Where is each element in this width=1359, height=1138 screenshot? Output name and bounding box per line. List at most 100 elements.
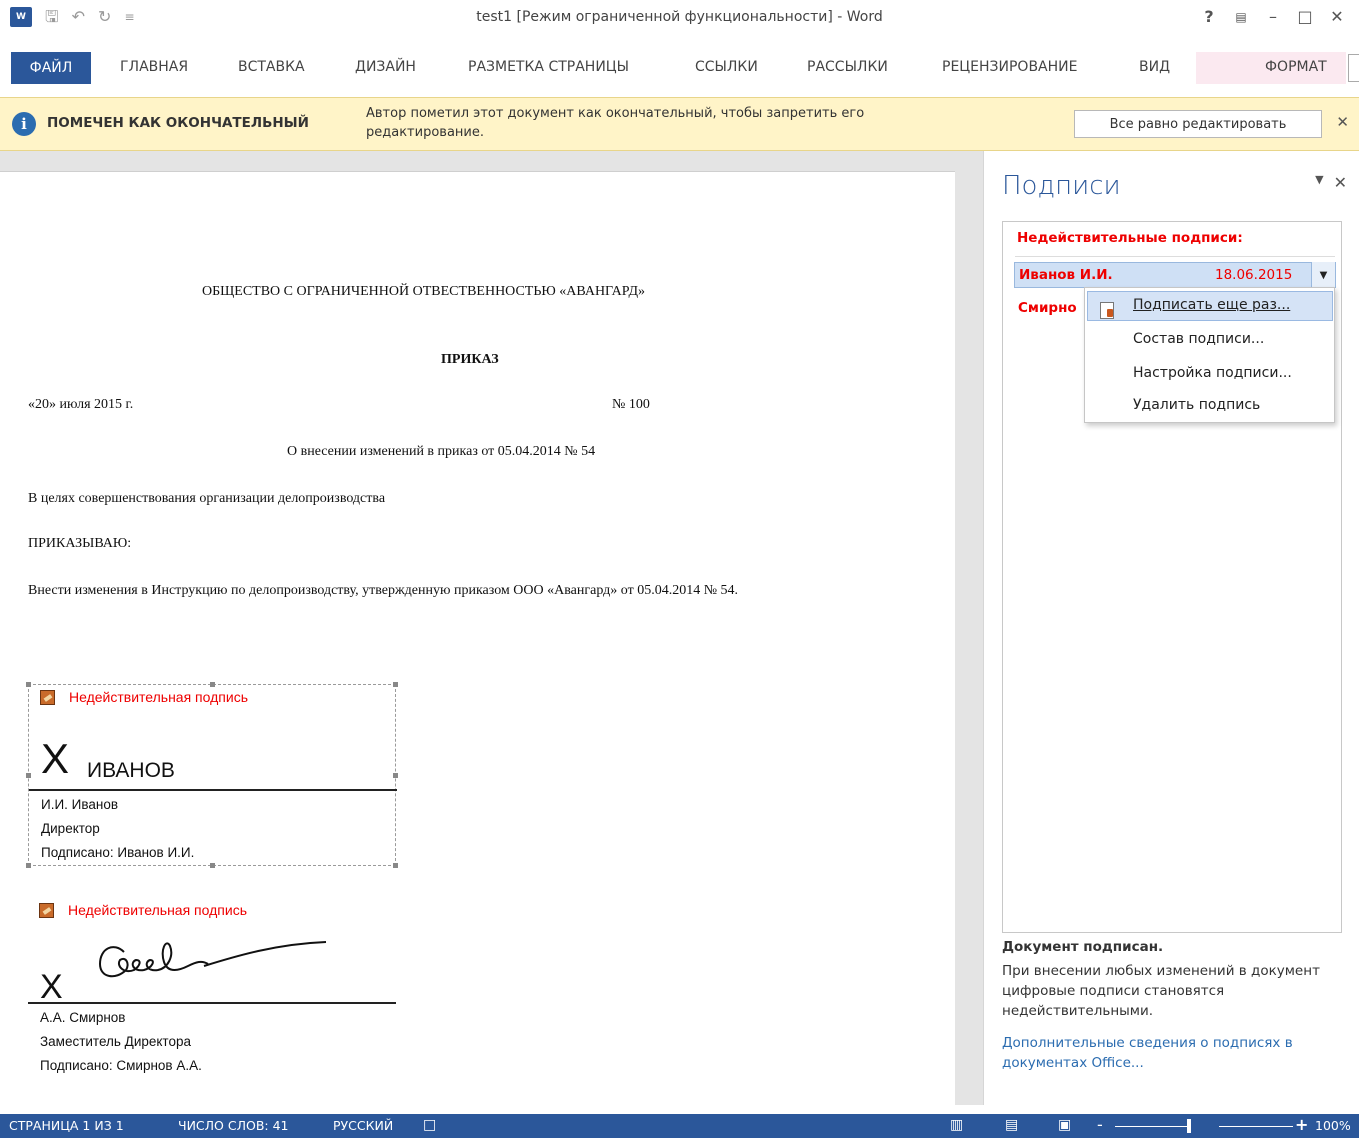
pane-options-icon[interactable]: ▼ bbox=[1315, 173, 1323, 192]
signed-by: Подписано: Иванов И.И. bbox=[41, 845, 195, 860]
info-icon: i bbox=[12, 112, 36, 136]
zoom-level[interactable]: 100% bbox=[1315, 1118, 1351, 1133]
message-bar: i ПОМЕЧЕН КАК ОКОНЧАТЕЛЬНЫЙ Автор помети… bbox=[0, 97, 1359, 151]
pane-footer: Документ подписан. При внесении любых из… bbox=[1002, 939, 1347, 1073]
zoom-slider-track bbox=[1219, 1126, 1293, 1127]
signature-entry-ivanov[interactable]: Иванов И.И. 18.06.2015 ▼ bbox=[1014, 262, 1336, 288]
signature-x-mark: X bbox=[41, 735, 70, 782]
signed-info-text: При внесении любых изменений в документ … bbox=[1002, 963, 1320, 1019]
doc-number: № 100 bbox=[612, 397, 650, 412]
tab-references[interactable]: ССЫЛКИ bbox=[695, 59, 758, 75]
signature-line bbox=[29, 789, 397, 791]
menu-item-remove-signature[interactable]: Удалить подпись bbox=[1133, 397, 1260, 413]
window-title: test1 [Режим ограниченной функциональнос… bbox=[476, 9, 883, 25]
signature-status-icon[interactable]: □ bbox=[423, 1117, 436, 1133]
sign-document-icon bbox=[1100, 302, 1114, 319]
tab-insert[interactable]: ВСТАВКА bbox=[238, 59, 305, 75]
message-bar-text: Автор пометил этот документ как окончате… bbox=[366, 106, 865, 140]
pane-controls: ▼ ✕ bbox=[1315, 173, 1347, 192]
print-layout-icon[interactable]: ▤ bbox=[1005, 1117, 1018, 1133]
tab-review[interactable]: РЕЦЕНЗИРОВАНИЕ bbox=[942, 59, 1077, 75]
maximize-icon[interactable]: □ bbox=[1289, 4, 1321, 30]
divider bbox=[1015, 256, 1335, 257]
menu-item-signature-details[interactable]: Состав подписи... bbox=[1133, 331, 1264, 347]
doc-date: «20» июля 2015 г. bbox=[28, 397, 134, 412]
menu-item-signature-setup[interactable]: Настройка подписи... bbox=[1133, 365, 1292, 381]
tab-page-layout[interactable]: РАЗМЕТКА СТРАНИЦЫ bbox=[468, 59, 629, 75]
doc-paragraph-3: Внести изменения в Инструкцию по делопро… bbox=[28, 583, 739, 598]
resize-handle[interactable] bbox=[26, 682, 31, 687]
status-word-count[interactable]: ЧИСЛО СЛОВ: 41 bbox=[178, 1118, 289, 1133]
resize-handle[interactable] bbox=[26, 773, 31, 778]
signer-title: Директор bbox=[41, 821, 100, 836]
zoom-slider-thumb[interactable] bbox=[1187, 1119, 1191, 1133]
edit-anyway-button[interactable]: Все равно редактировать bbox=[1074, 110, 1322, 138]
signature-line-smirnov[interactable]: Недействительная подпись X А.А. Смирнов … bbox=[28, 898, 396, 1078]
invalid-signature-status: Недействительная подпись bbox=[39, 902, 247, 918]
signature-entry-name: Иванов И.И. bbox=[1019, 267, 1113, 283]
tab-view[interactable]: ВИД bbox=[1139, 59, 1170, 75]
title-bar: W 🖫 ↶ ↻ ≡ test1 [Режим ограниченной функ… bbox=[0, 0, 1359, 36]
chevron-down-icon[interactable]: ▼ bbox=[1311, 262, 1335, 288]
signature-context-menu: Подписать еще раз... Состав подписи... Н… bbox=[1084, 287, 1335, 423]
read-mode-icon[interactable]: ▥ bbox=[950, 1117, 963, 1133]
message-bar-close-icon[interactable]: ✕ bbox=[1336, 113, 1349, 131]
status-bar: СТРАНИЦА 1 ИЗ 1 ЧИСЛО СЛОВ: 41 РУССКИЙ □… bbox=[0, 1114, 1359, 1138]
document-page[interactable]: ОБЩЕСТВО С ОГРАНИЧЕННОЙ ОТВЕСТВЕННОСТЬЮ … bbox=[0, 171, 955, 1125]
signature-invalid-icon bbox=[40, 689, 55, 705]
pane-close-icon[interactable]: ✕ bbox=[1334, 173, 1347, 192]
handwritten-signature-image bbox=[98, 941, 327, 978]
signature-entry-date: 18.06.2015 bbox=[1215, 267, 1293, 283]
invalid-signature-status: Недействительная подпись bbox=[40, 689, 248, 705]
signer-details: И.И. Иванов Директор Подписано: Иванов И… bbox=[41, 793, 194, 865]
zoom-out-button[interactable]: - bbox=[1097, 1115, 1103, 1134]
signer-details: А.А. Смирнов Заместитель Директора Подпи… bbox=[40, 1006, 202, 1078]
doc-subject: О внесении изменений в приказ от 05.04.2… bbox=[287, 444, 596, 459]
web-layout-icon[interactable]: ▣ bbox=[1058, 1117, 1071, 1133]
tab-mailings[interactable]: РАССЫЛКИ bbox=[807, 59, 888, 75]
word-window: W 🖫 ↶ ↻ ≡ test1 [Режим ограниченной функ… bbox=[0, 0, 1359, 1138]
doc-organization: ОБЩЕСТВО С ОГРАНИЧЕННОЙ ОТВЕСТВЕННОСТЬЮ … bbox=[202, 284, 646, 299]
signature-line-ivanov[interactable]: Недействительная подпись X ИВАНОВ И.И. И… bbox=[26, 682, 398, 868]
zoom-in-button[interactable]: + bbox=[1295, 1115, 1308, 1134]
doc-paragraph-1: В целях совершенствования организации де… bbox=[28, 491, 386, 506]
signer-title: Заместитель Директора bbox=[40, 1034, 191, 1049]
doc-paragraph-2: ПРИКАЗЫВАЮ: bbox=[28, 536, 132, 551]
tab-format[interactable]: ФОРМАТ bbox=[1265, 59, 1327, 75]
signature-entry-smirnov[interactable]: Смирно bbox=[1018, 300, 1077, 316]
ribbon-tabs: ФАЙЛ ГЛАВНАЯ ВСТАВКА ДИЗАЙН РАЗМЕТКА СТР… bbox=[0, 52, 1359, 88]
resize-handle[interactable] bbox=[210, 682, 215, 687]
resize-handle[interactable] bbox=[393, 682, 398, 687]
zoom-slider-track bbox=[1115, 1126, 1187, 1127]
document-signed-label: Документ подписан. bbox=[1002, 939, 1164, 955]
message-bar-title: ПОМЕЧЕН КАК ОКОНЧАТЕЛЬНЫЙ bbox=[47, 115, 309, 131]
help-button[interactable]: ? bbox=[1193, 4, 1225, 30]
tab-design[interactable]: ДИЗАЙН bbox=[355, 59, 416, 75]
resize-handle[interactable] bbox=[210, 863, 215, 868]
invalid-signatures-heading: Недействительные подписи: bbox=[1017, 230, 1243, 246]
resize-handle[interactable] bbox=[393, 773, 398, 778]
resize-handle[interactable] bbox=[393, 863, 398, 868]
close-icon[interactable]: ✕ bbox=[1321, 4, 1353, 30]
document-area[interactable]: ОБЩЕСТВО С ОГРАНИЧЕННОЙ ОТВЕСТВЕННОСТЬЮ … bbox=[0, 151, 983, 1125]
invalid-signature-label: Недействительная подпись bbox=[68, 902, 247, 918]
tab-file[interactable]: ФАЙЛ bbox=[11, 52, 91, 84]
ribbon-display-options-icon[interactable]: ▤ bbox=[1225, 4, 1257, 30]
minimize-icon[interactable]: – bbox=[1257, 4, 1289, 30]
menu-item-sign-again-label[interactable]: Подписать еще раз... bbox=[1133, 297, 1290, 313]
signature-typed-name: ИВАНОВ bbox=[87, 759, 175, 782]
pane-title: Подписи bbox=[1002, 171, 1121, 201]
signer-name: А.А. Смирнов bbox=[40, 1010, 126, 1025]
window-controls: ? ▤ – □ ✕ bbox=[1193, 4, 1353, 30]
doc-heading: ПРИКАЗ bbox=[441, 352, 499, 367]
status-page[interactable]: СТРАНИЦА 1 ИЗ 1 bbox=[9, 1118, 124, 1133]
ribbon-edge bbox=[1348, 54, 1359, 82]
resize-handle[interactable] bbox=[26, 863, 31, 868]
signature-line bbox=[28, 1002, 396, 1004]
signature-invalid-icon bbox=[39, 902, 54, 918]
invalid-signature-label: Недействительная подпись bbox=[69, 689, 248, 705]
tab-home[interactable]: ГЛАВНАЯ bbox=[120, 59, 188, 75]
status-language[interactable]: РУССКИЙ bbox=[333, 1118, 393, 1133]
signer-name: И.И. Иванов bbox=[41, 797, 119, 812]
more-info-link[interactable]: Дополнительные сведения о подписях в док… bbox=[1002, 1033, 1347, 1073]
